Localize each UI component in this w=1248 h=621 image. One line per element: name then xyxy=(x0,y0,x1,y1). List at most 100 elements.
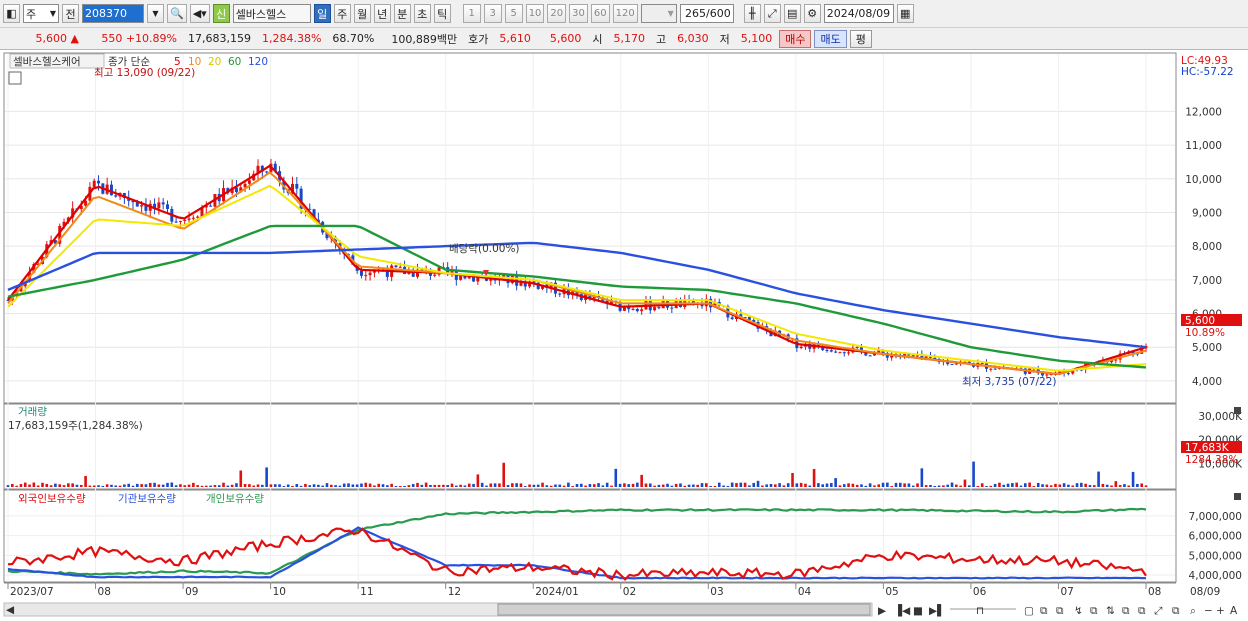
volume-bar xyxy=(239,470,243,487)
quote-bar: 5,600 ▲ 550 +10.89% 17,683,159 1,284.38%… xyxy=(0,28,1248,50)
scroll-left-icon[interactable]: ◀ xyxy=(6,604,15,616)
volume-bar xyxy=(735,483,738,487)
interval-120[interactable]: 120 xyxy=(612,4,638,23)
font-size-icon[interactable]: A xyxy=(1230,605,1238,617)
volume-bar xyxy=(28,484,31,487)
volume-bar xyxy=(847,483,850,487)
volume-bar xyxy=(84,475,87,487)
stock-name-field[interactable]: 셀바스헬스 xyxy=(232,4,311,23)
speaker-icon[interactable]: ◀▾ xyxy=(189,4,210,23)
tool-icon-4[interactable]: ⧉ xyxy=(1122,605,1130,617)
interval-60[interactable]: 60 xyxy=(590,4,610,23)
bar-count-field[interactable]: 265 /600 xyxy=(679,4,734,23)
first-page-icon[interactable]: ▐◀ xyxy=(894,604,911,617)
tab-weekly[interactable]: 주 xyxy=(333,4,351,23)
candle-body xyxy=(114,195,118,197)
volume-bar xyxy=(855,484,859,487)
tool-icon-6[interactable]: ⤢ xyxy=(1154,605,1163,617)
volume-bar xyxy=(528,484,531,487)
stock-code-input[interactable]: 208370 xyxy=(82,4,144,23)
code-dropdown-icon[interactable]: ▼ xyxy=(147,4,164,23)
volume-bar xyxy=(140,484,143,487)
volume-bar xyxy=(980,483,984,487)
period-type-select[interactable]: 주 ▼ xyxy=(23,4,59,23)
volume-bar xyxy=(1054,483,1057,487)
layout-icon-3[interactable]: ⧉ xyxy=(1056,605,1064,617)
tab-second[interactable]: 초 xyxy=(413,4,431,23)
tab-minute[interactable]: 분 xyxy=(393,4,411,23)
gear-icon[interactable]: ⚙ xyxy=(803,4,821,23)
volume-bar xyxy=(403,485,406,487)
search-icon[interactable]: ⌕ xyxy=(1190,605,1196,617)
stop-icon[interactable]: ■ xyxy=(913,605,923,617)
candle-body xyxy=(161,202,165,205)
tab-tick[interactable]: 틱 xyxy=(433,4,451,23)
volume-bar xyxy=(1118,485,1122,487)
tool-icon-3[interactable]: ⇅ xyxy=(1106,605,1115,617)
drawing-tool-icon[interactable]: ⤢ xyxy=(763,4,781,23)
candle-body xyxy=(829,350,833,352)
layout-icon-2[interactable]: ⧉ xyxy=(1040,605,1048,617)
volume-bar xyxy=(812,469,816,487)
last-page-icon[interactable]: ▶▌ xyxy=(929,604,945,617)
chart-menu-icon[interactable]: ◧ xyxy=(3,4,20,23)
x-axis-label: 2024/01 xyxy=(535,586,579,598)
tool-icon-2[interactable]: ⧉ xyxy=(1090,605,1098,617)
tool-icon-5[interactable]: ⧉ xyxy=(1138,605,1146,617)
tab-monthly[interactable]: 월 xyxy=(353,4,371,23)
scrollbar-thumb[interactable] xyxy=(497,603,871,616)
tab-daily[interactable]: 일 xyxy=(313,4,331,23)
buy-button[interactable]: 매수 xyxy=(779,29,812,48)
candle-body xyxy=(196,216,200,218)
ma20-legend: 20 xyxy=(208,56,221,68)
volume-bar xyxy=(377,483,381,487)
scroll-right-icon[interactable]: ▶ xyxy=(878,605,887,617)
volume-bar xyxy=(636,482,639,487)
volume-bar xyxy=(1067,484,1070,487)
search-icon[interactable]: 🔍 xyxy=(167,4,187,23)
zoom-slider-thumb-icon[interactable]: ⊓ xyxy=(976,605,984,617)
volume-bar xyxy=(256,484,260,487)
holding-y-tick: 4,000,000 xyxy=(1189,570,1242,582)
interval-1[interactable]: 1 xyxy=(462,4,481,23)
volume-bar xyxy=(821,484,825,487)
zoom-in-icon[interactable]: + xyxy=(1216,605,1225,617)
volume-bar xyxy=(317,484,320,487)
candle-type-icon[interactable]: ╫ xyxy=(743,4,761,23)
volume-bar xyxy=(933,485,937,487)
volume-bar xyxy=(644,483,648,487)
calendar-icon[interactable]: ▦ xyxy=(896,4,914,23)
interval-3[interactable]: 3 xyxy=(483,4,502,23)
interval-30[interactable]: 30 xyxy=(569,4,588,23)
eval-button[interactable]: 평 xyxy=(849,29,872,48)
volume-bar xyxy=(45,483,49,487)
volume-bar xyxy=(567,482,570,487)
volume-bar xyxy=(640,474,643,487)
volume-panel-close-icon[interactable] xyxy=(1234,407,1241,414)
interval-10[interactable]: 10 xyxy=(525,4,545,23)
tool-icon-7[interactable]: ⧉ xyxy=(1172,605,1180,617)
volume-bar xyxy=(1084,483,1087,487)
volume-bar xyxy=(291,486,294,487)
interval-5[interactable]: 5 xyxy=(504,4,523,23)
prev-button[interactable]: 전 xyxy=(62,4,79,23)
tab-yearly[interactable]: 년 xyxy=(373,4,391,23)
tool-icon-1[interactable]: ↯ xyxy=(1074,605,1083,617)
volume-bar xyxy=(713,486,717,487)
save-icon[interactable]: ▤ xyxy=(783,4,801,23)
holding-panel-close-icon[interactable] xyxy=(1234,493,1241,500)
volume-bar xyxy=(929,484,932,487)
volume-bar xyxy=(752,482,756,487)
stock-chart[interactable]: 셀바스헬스케어 종가 단순 5 10 20 60 120 LC:49.93 HC… xyxy=(0,51,1248,621)
interval-20[interactable]: 20 xyxy=(547,4,567,23)
date-input[interactable]: 2024/08/09 xyxy=(823,4,894,23)
zoom-out-icon[interactable]: − xyxy=(1204,605,1213,617)
volume-bar xyxy=(105,484,109,487)
layout-icon-1[interactable]: ▢ xyxy=(1024,605,1034,617)
volume-bar xyxy=(942,485,945,487)
sell-button[interactable]: 매도 xyxy=(814,29,847,48)
volume-bar xyxy=(739,482,743,487)
price-y-tick: 11,000 xyxy=(1185,140,1222,152)
custom-interval-select[interactable]: ▼ xyxy=(640,4,677,23)
panel-settings-icon[interactable] xyxy=(8,71,22,85)
